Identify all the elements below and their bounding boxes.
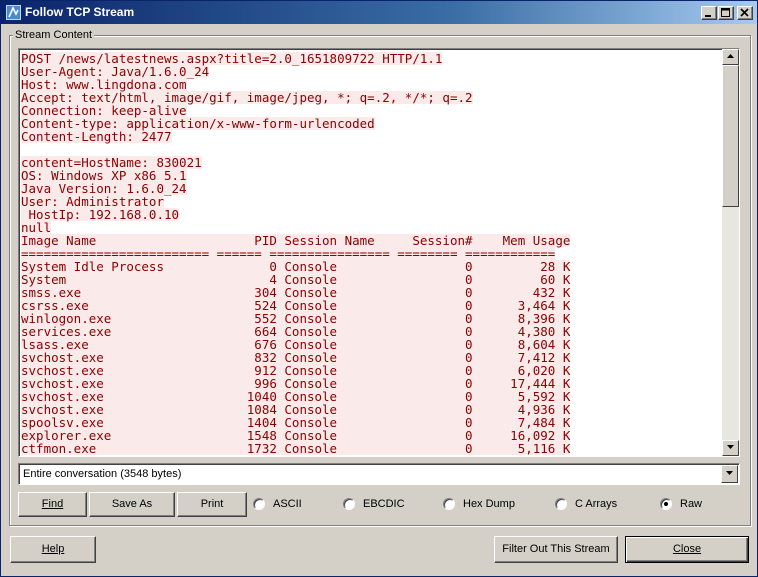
radio-c-arrays-circle[interactable] (555, 498, 567, 510)
stream-line: ctfmon.exe 1732 Console 0 5,116 K (21, 441, 571, 456)
print-button-label: Print (200, 498, 224, 510)
save-as-button-label: Save As (111, 498, 153, 510)
stream-content-label: Stream Content (13, 29, 95, 41)
radio-hex-dump-label: Hex Dump (463, 498, 515, 510)
radio-ascii-label: ASCII (273, 498, 302, 510)
help-button[interactable]: Help (10, 536, 96, 563)
minimize-button[interactable] (701, 6, 717, 20)
follow-tcp-stream-dialog: Follow TCP Stream Stream Content POST /n… (0, 0, 758, 577)
conversation-select-value: Entire conversation (3548 bytes) (23, 468, 182, 480)
maximize-button[interactable] (718, 6, 734, 20)
filter-out-stream-button[interactable]: Filter Out This Stream (494, 536, 618, 563)
find-button-label: Find (41, 498, 64, 510)
radio-c-arrays-label: C Arrays (575, 498, 618, 510)
window-title: Follow TCP Stream (25, 5, 135, 19)
radio-ebcdic-label: EBCDIC (363, 498, 405, 510)
find-button[interactable]: Find (18, 492, 87, 517)
radio-ebcdic-circle[interactable] (343, 498, 355, 510)
scroll-up-arrow-icon[interactable] (722, 49, 739, 65)
scrollbar-thumb[interactable] (722, 65, 739, 207)
scroll-down-arrow-icon[interactable] (722, 440, 739, 456)
radio-selected-dot (664, 502, 668, 506)
radio-ascii-circle[interactable] (253, 498, 265, 510)
stream-text-lines: POST /news/latestnews.aspx?title=2.0_165… (21, 52, 721, 455)
conversation-select[interactable]: Entire conversation (3548 bytes) (18, 463, 740, 485)
dropdown-arrow-icon[interactable] (721, 465, 738, 483)
title-bar[interactable]: Follow TCP Stream (1, 1, 757, 24)
wireshark-app-icon (6, 5, 21, 20)
close-button-label: Close (672, 543, 702, 555)
stream-line: Content-Length: 2477 (21, 129, 172, 144)
vertical-scrollbar[interactable] (722, 49, 739, 456)
radio-raw-label: Raw (680, 498, 703, 510)
print-button[interactable]: Print (177, 492, 247, 517)
radio-raw-circle[interactable] (660, 498, 672, 510)
help-button-label: Help (41, 543, 65, 555)
save-as-button[interactable]: Save As (89, 492, 175, 517)
close-window-button[interactable] (737, 6, 753, 20)
radio-hex-dump-circle[interactable] (443, 498, 455, 510)
close-button[interactable]: Close (625, 536, 749, 563)
filter-out-stream-button-label: Filter Out This Stream (502, 543, 610, 555)
stream-content-textarea[interactable]: POST /news/latestnews.aspx?title=2.0_165… (18, 48, 740, 457)
